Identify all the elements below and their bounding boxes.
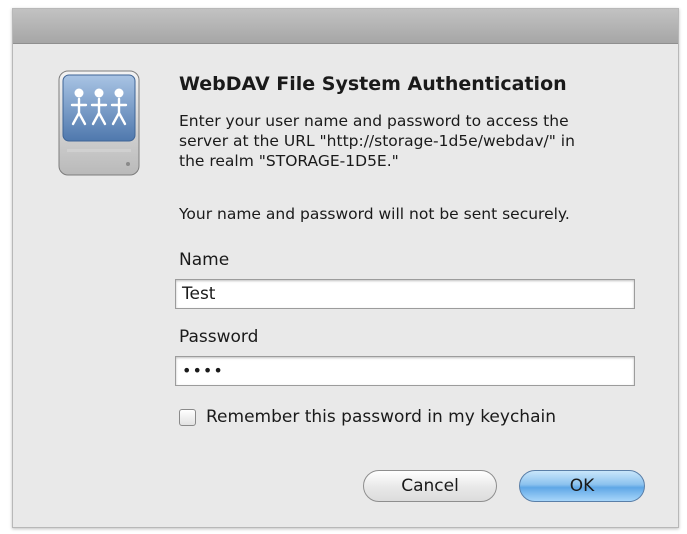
remember-password-option[interactable]: Remember this password in my keychain [179,407,556,427]
auth-dialog: WebDAV File System Authentication Enter … [12,8,679,528]
title-bar[interactable] [13,9,678,44]
cancel-button[interactable]: Cancel [363,470,497,502]
name-field[interactable]: Test [175,279,635,309]
remember-password-label[interactable]: Remember this password in my keychain [206,407,556,427]
security-warning: Your name and password will not be sent … [179,205,570,223]
remember-password-checkbox[interactable] [179,408,196,426]
ok-button[interactable]: OK [519,470,645,502]
name-label: Name [179,250,230,270]
password-field[interactable]: •••• [175,356,635,386]
network-drive-icon [58,70,140,176]
dialog-title: WebDAV File System Authentication [179,73,567,95]
dialog-message: Enter your user name and password to acc… [179,112,575,170]
password-label: Password [179,327,259,347]
